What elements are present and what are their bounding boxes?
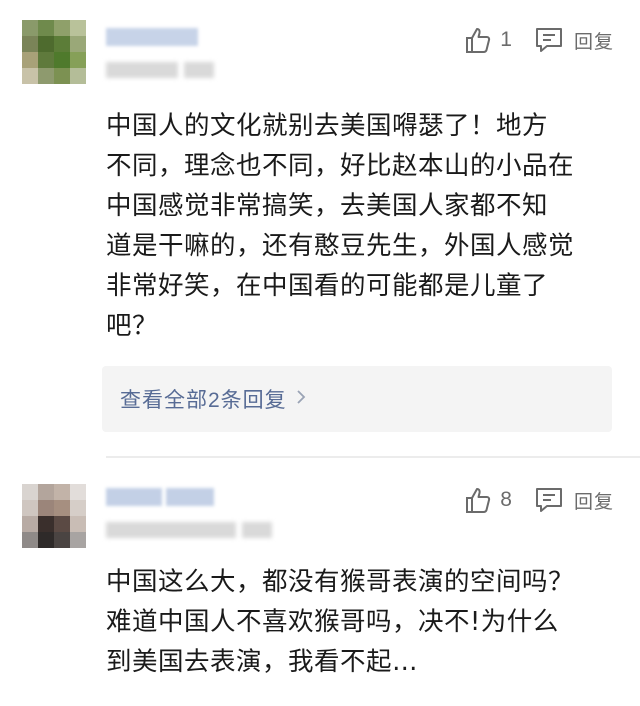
comment-text-line: 中国感觉非常搞笑，去美国人家都不知	[106, 191, 549, 221]
comment-text-line: 到美国去表演，我看不起…	[106, 647, 419, 677]
username[interactable]	[106, 488, 214, 506]
comment-text: 中国这么大，都没有猴哥表演的空间吗？ 难道中国人不喜欢猴哥吗，决不!为什么 到美…	[106, 562, 616, 682]
reply-button[interactable]: 回复	[534, 486, 614, 514]
comment-text-line: 中国人的文化就别去美国嘚瑟了！地方	[106, 111, 549, 141]
reply-button[interactable]: 回复	[534, 26, 614, 54]
comment-item: 8 回复 中国这么大，都没有猴哥表演的空间吗？ 难道中国人不喜欢猴哥吗，决不!为…	[0, 458, 640, 706]
avatar[interactable]	[22, 484, 86, 548]
comment-text-line: 难道中国人不喜欢猴哥吗，决不!为什么	[106, 607, 559, 637]
comment-text-line: 道是干嘛的，还有憨豆先生，外国人感觉	[106, 231, 575, 261]
like-count: 8	[500, 488, 512, 511]
comment-icon	[534, 26, 564, 54]
comment-icon	[534, 486, 564, 514]
thumbs-up-icon	[464, 26, 492, 54]
thumbs-up-icon	[464, 486, 492, 514]
comment-actions: 1 回复	[464, 26, 614, 54]
comment-meta	[106, 522, 272, 540]
comment-text: 中国人的文化就别去美国嘚瑟了！地方 不同，理念也不同，好比赵本山的小品在 中国感…	[106, 106, 616, 346]
view-all-replies-label: 查看全部2条回复	[120, 389, 287, 412]
chevron-right-icon	[295, 387, 307, 411]
avatar[interactable]	[22, 20, 86, 84]
username[interactable]	[106, 28, 198, 46]
comment-text-line: 非常好笑，在中国看的可能都是儿童了	[106, 271, 549, 301]
comment-text-line: 中国这么大，都没有猴哥表演的空间吗？	[106, 567, 575, 597]
like-button[interactable]: 1	[464, 26, 512, 54]
reply-label: 回复	[573, 31, 614, 53]
comment-actions: 8 回复	[464, 486, 614, 514]
like-count: 1	[500, 28, 512, 51]
comment-text-line: 不同，理念也不同，好比赵本山的小品在	[106, 151, 575, 181]
reply-label: 回复	[573, 491, 614, 513]
view-all-replies-button[interactable]: 查看全部2条回复	[102, 366, 612, 432]
comment-text-line: 吧？	[106, 311, 159, 341]
comment-item: 1 回复 中国人的文化就别去美国嘚瑟了！地方 不同，理念也不同，好比赵本山的小品…	[0, 0, 640, 456]
like-button[interactable]: 8	[464, 486, 512, 514]
comment-meta	[106, 62, 214, 80]
